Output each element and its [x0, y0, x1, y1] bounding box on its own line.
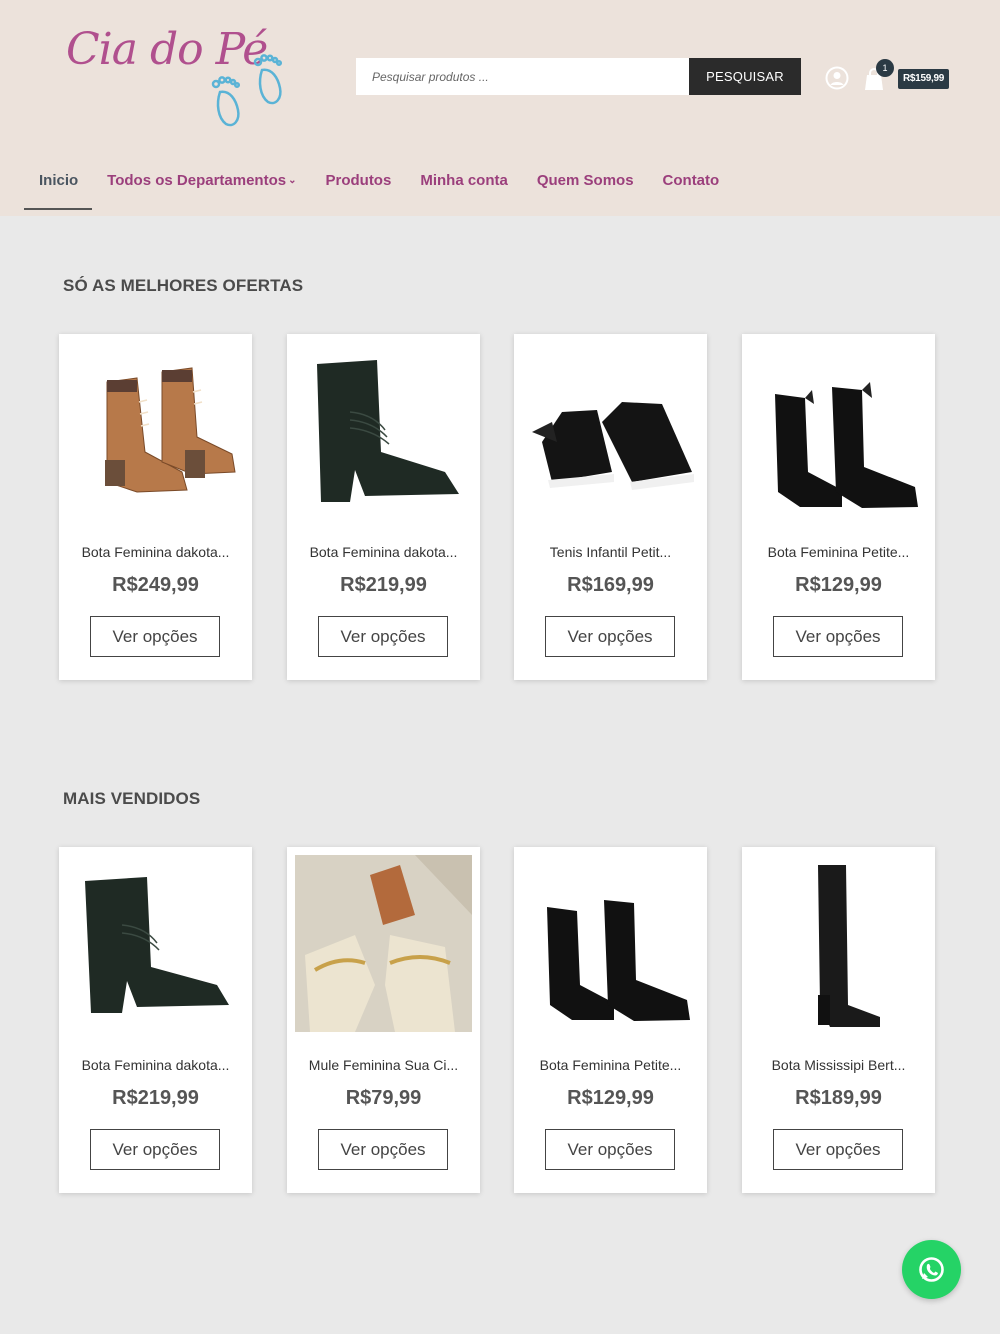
product-image[interactable] [295, 855, 472, 1032]
product-image[interactable] [67, 855, 244, 1032]
product-card[interactable]: Bota Feminina dakota... R$219,99 Ver opç… [59, 847, 252, 1193]
product-name[interactable]: Bota Feminina dakota... [287, 544, 480, 560]
view-options-button[interactable]: Ver opções [90, 1129, 220, 1170]
view-options-button[interactable]: Ver opções [90, 616, 220, 657]
product-image[interactable] [67, 342, 244, 519]
nav-item-contato[interactable]: Contato [648, 162, 734, 210]
product-price: R$169,99 [567, 574, 654, 596]
nav-item-produtos[interactable]: Produtos [310, 162, 405, 210]
view-options-button[interactable]: Ver opções [545, 616, 675, 657]
product-name[interactable]: Bota Feminina dakota... [59, 544, 252, 560]
product-name[interactable]: Bota Feminina Petite... [514, 1057, 707, 1073]
product-image[interactable] [522, 342, 699, 519]
product-image[interactable] [522, 855, 699, 1032]
product-card[interactable]: Bota Feminina dakota... R$249,99 Ver opç… [59, 334, 252, 680]
product-price: R$129,99 [795, 574, 882, 596]
site-logo[interactable]: Cia do Pé [58, 22, 314, 136]
nav-item-inicio[interactable]: Inicio [24, 162, 93, 210]
product-price: R$249,99 [112, 574, 199, 596]
product-price: R$79,99 [345, 1087, 422, 1109]
product-card[interactable]: Mule Feminina Sua Ci... R$79,99 Ver opçõ… [287, 847, 480, 1193]
view-options-button[interactable]: Ver opções [773, 616, 903, 657]
chevron-down-icon: ⌄ [288, 175, 297, 186]
feet-logo-icon [211, 54, 283, 127]
product-price: R$219,99 [112, 1087, 199, 1109]
view-options-button[interactable]: Ver opções [318, 1129, 448, 1170]
section-title-mais-vendidos: MAIS VENDIDOS [63, 789, 201, 808]
view-options-button[interactable]: Ver opções [773, 1129, 903, 1170]
product-card[interactable]: Bota Feminina Petite... R$129,99 Ver opç… [514, 847, 707, 1193]
product-card[interactable]: Bota Feminina dakota... R$219,99 Ver opç… [287, 334, 480, 680]
product-image[interactable] [750, 855, 927, 1032]
nav-item-quem-somos[interactable]: Quem Somos [522, 162, 648, 210]
product-card[interactable]: Bota Feminina Petite... R$129,99 Ver opç… [742, 334, 935, 680]
product-price: R$219,99 [340, 574, 427, 596]
product-name[interactable]: Bota Feminina dakota... [59, 1057, 252, 1073]
product-name[interactable]: Tenis Infantil Petit... [514, 544, 707, 560]
product-name[interactable]: Mule Feminina Sua Ci... [287, 1057, 480, 1073]
search-bar: PESQUISAR [356, 58, 801, 95]
product-price: R$129,99 [567, 1087, 654, 1109]
nav-item-minha-conta[interactable]: Minha conta [405, 162, 522, 210]
product-image[interactable] [750, 342, 927, 519]
nav-item-label: Todos os Departamentos [107, 172, 287, 189]
nav-item-departamentos[interactable]: Todos os Departamentos ⌄ [92, 162, 310, 210]
cart-total[interactable]: R$159,99 [898, 69, 949, 89]
whatsapp-icon [919, 1257, 944, 1282]
search-input[interactable] [356, 58, 689, 95]
site-header: Cia do Pé PESQUISAR 1 R$159,99 Inicio To… [0, 0, 1000, 216]
view-options-button[interactable]: Ver opções [545, 1129, 675, 1170]
whatsapp-button[interactable] [902, 1240, 961, 1299]
view-options-button[interactable]: Ver opções [318, 616, 448, 657]
product-card[interactable]: Bota Mississipi Bert... R$189,99 Ver opç… [742, 847, 935, 1193]
product-image[interactable] [295, 342, 472, 519]
product-name[interactable]: Bota Mississipi Bert... [742, 1057, 935, 1073]
cart-count-badge[interactable]: 1 [876, 59, 894, 77]
user-icon[interactable] [825, 66, 849, 90]
product-price: R$189,99 [795, 1087, 882, 1109]
section-title-ofertas: SÓ AS MELHORES OFERTAS [63, 276, 304, 295]
product-name[interactable]: Bota Feminina Petite... [742, 544, 935, 560]
main-nav: Inicio Todos os Departamentos ⌄ Produtos … [24, 162, 733, 210]
product-card[interactable]: Tenis Infantil Petit... R$169,99 Ver opç… [514, 334, 707, 680]
search-button[interactable]: PESQUISAR [689, 58, 801, 95]
